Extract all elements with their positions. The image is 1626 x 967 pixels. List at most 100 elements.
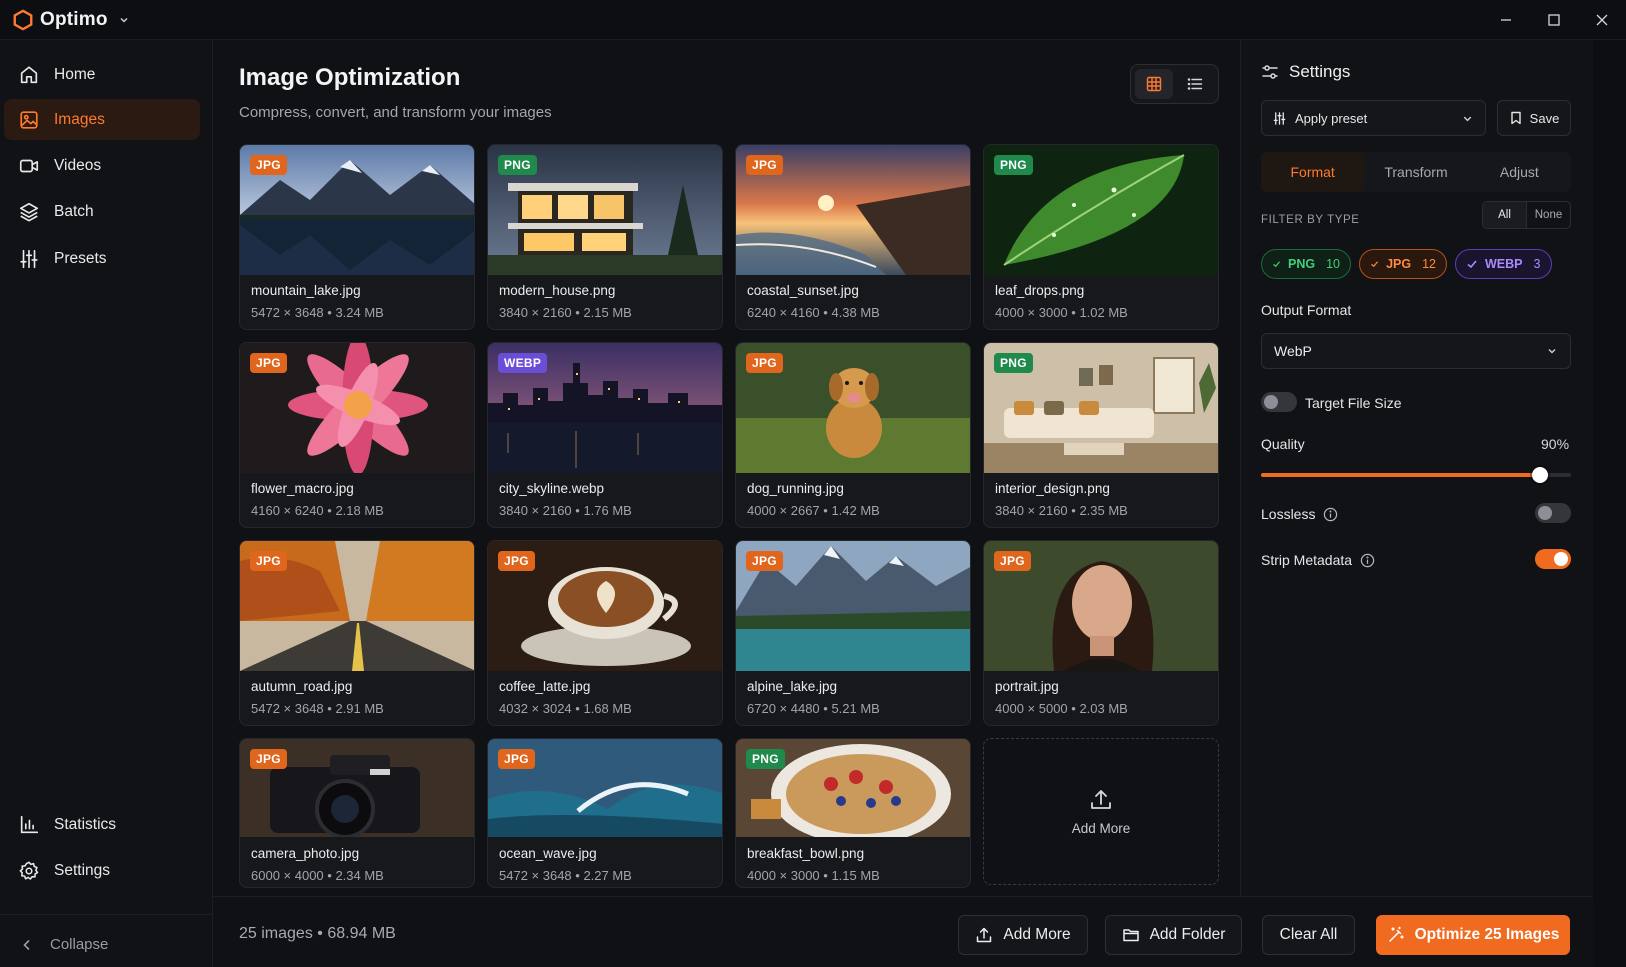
- target-file-size-toggle[interactable]: [1261, 392, 1297, 412]
- image-card[interactable]: JPG portrait.jpg 4000 × 5000 • 2.03 MB: [983, 540, 1219, 726]
- image-card[interactable]: WEBP city_skyline.webp 3840 × 2160 • 1.7…: [487, 342, 723, 528]
- image-card[interactable]: PNG leaf_drops.png 4000 × 3000 • 1.02 MB: [983, 144, 1219, 330]
- filter-by-type-label: FILTER BY TYPE: [1261, 214, 1360, 226]
- chip-label: WEBP: [1485, 257, 1523, 271]
- chevron-down-icon: [1463, 116, 1472, 121]
- file-size: 1.42 MB: [831, 503, 880, 518]
- sidebar-item-statistics[interactable]: Statistics: [4, 804, 200, 845]
- tab-transform[interactable]: Transform: [1364, 152, 1467, 192]
- sidebar-item-batch[interactable]: Batch: [4, 191, 200, 232]
- optimize-button[interactable]: Optimize 25 Images: [1376, 915, 1570, 955]
- image-card[interactable]: JPG coastal_sunset.jpg 6240 × 4160 • 4.3…: [735, 144, 971, 330]
- add-more-card[interactable]: Add More: [983, 738, 1219, 885]
- file-dimensions: 4000 × 5000: [995, 701, 1068, 716]
- image-card[interactable]: PNG interior_design.png 3840 × 2160 • 2.…: [983, 342, 1219, 528]
- close-button[interactable]: [1578, 0, 1626, 40]
- filter-none-button[interactable]: None: [1527, 202, 1570, 228]
- file-type-badge: JPG: [498, 749, 535, 769]
- quality-slider[interactable]: [1261, 466, 1571, 484]
- filter-chip-jpg[interactable]: JPG 12: [1359, 249, 1447, 279]
- file-name: flower_macro.jpg: [251, 481, 354, 496]
- filter-all-button[interactable]: All: [1483, 202, 1527, 228]
- file-meta: 3840 × 2160 • 2.35 MB: [995, 503, 1128, 518]
- clear-all-button[interactable]: Clear All: [1262, 915, 1355, 955]
- maximize-button[interactable]: [1530, 0, 1578, 40]
- add-more-label: Add More: [1003, 926, 1071, 943]
- sidebar-divider: [0, 914, 213, 915]
- tab-format[interactable]: Format: [1261, 152, 1365, 192]
- file-type-badge: PNG: [746, 749, 785, 769]
- sidebar-item-home[interactable]: Home: [4, 54, 200, 95]
- file-name: alpine_lake.jpg: [747, 679, 838, 694]
- save-label: Save: [1529, 110, 1560, 126]
- file-name: mountain_lake.jpg: [251, 283, 361, 298]
- image-card[interactable]: JPG alpine_lake.jpg 6720 × 4480 • 5.21 M…: [735, 540, 971, 726]
- tab-adjust[interactable]: Adjust: [1468, 152, 1571, 192]
- app-menu[interactable]: Optimo: [12, 9, 130, 31]
- filter-chip-webp[interactable]: WEBP 3: [1455, 249, 1552, 279]
- list-view-button[interactable]: [1177, 69, 1215, 99]
- apply-preset-dropdown[interactable]: Apply preset: [1261, 100, 1486, 136]
- add-folder-button[interactable]: Add Folder: [1105, 915, 1242, 955]
- image-card[interactable]: JPG mountain_lake.jpg 5472 × 3648 • 3.24…: [239, 144, 475, 330]
- file-name: coffee_latte.jpg: [499, 679, 591, 694]
- add-more-button[interactable]: Add More: [958, 915, 1088, 955]
- file-type-badge: JPG: [746, 353, 783, 373]
- file-name: leaf_drops.png: [995, 283, 1085, 298]
- sidebar-item-label: Batch: [54, 202, 94, 220]
- image-card[interactable]: JPG dog_running.jpg 4000 × 2667 • 1.42 M…: [735, 342, 971, 528]
- image-card[interactable]: JPG camera_photo.jpg 6000 × 4000 • 2.34 …: [239, 738, 475, 888]
- image-icon: [20, 110, 38, 129]
- strip-metadata-label-row: Strip Metadata: [1261, 552, 1375, 568]
- home-icon: [20, 65, 38, 83]
- bar-chart-icon: [20, 815, 39, 833]
- apply-preset-label: Apply preset: [1295, 110, 1368, 126]
- file-size: 3.24 MB: [335, 305, 384, 320]
- main-content: Image Optimization Compress, convert, an…: [213, 40, 1240, 967]
- preset-sliders-icon: [1273, 111, 1286, 125]
- sidebar-item-images[interactable]: Images: [4, 99, 200, 140]
- image-summary: 25 images • 68.94 MB: [239, 925, 396, 942]
- image-card[interactable]: JPG coffee_latte.jpg 4032 × 3024 • 1.68 …: [487, 540, 723, 726]
- slider-thumb[interactable]: [1532, 467, 1548, 483]
- file-meta: 4000 × 3000 • 1.15 MB: [747, 868, 880, 883]
- grid-view-button[interactable]: [1135, 69, 1173, 99]
- file-meta: 4000 × 3000 • 1.02 MB: [995, 305, 1128, 320]
- file-dimensions: 4000 × 3000: [747, 868, 820, 883]
- file-type-badge: JPG: [746, 155, 783, 175]
- image-card[interactable]: JPG flower_macro.jpg 4160 × 6240 • 2.18 …: [239, 342, 475, 528]
- file-meta: 4000 × 2667 • 1.42 MB: [747, 503, 880, 518]
- info-icon[interactable]: [1323, 507, 1338, 522]
- sidebar-item-label: Videos: [54, 156, 102, 174]
- save-preset-button[interactable]: Save: [1497, 100, 1571, 136]
- lossless-toggle[interactable]: [1535, 503, 1571, 523]
- info-icon[interactable]: [1360, 553, 1375, 568]
- upload-icon: [977, 927, 992, 943]
- output-format-select[interactable]: WebP: [1261, 333, 1571, 369]
- filter-chip-png[interactable]: PNG 10: [1261, 249, 1351, 279]
- file-dimensions: 6240 × 4160: [747, 305, 820, 320]
- sidebar-item-label: Images: [54, 110, 105, 128]
- image-card[interactable]: JPG ocean_wave.jpg 5472 × 3648 • 2.27 MB: [487, 738, 723, 888]
- minimize-button[interactable]: [1482, 0, 1530, 40]
- file-type-badge: PNG: [994, 353, 1033, 373]
- file-meta: 6240 × 4160 • 4.38 MB: [747, 305, 880, 320]
- file-name: coastal_sunset.jpg: [747, 283, 859, 298]
- add-more-card-label: Add More: [1071, 821, 1131, 836]
- chevron-down-icon: [120, 17, 128, 23]
- sidebar-item-presets[interactable]: Presets: [4, 238, 200, 279]
- collapse-sidebar-button[interactable]: Collapse: [20, 936, 108, 953]
- image-card[interactable]: PNG modern_house.png 3840 × 2160 • 2.15 …: [487, 144, 723, 330]
- sidebar-item-videos[interactable]: Videos: [4, 145, 200, 186]
- strip-metadata-label: Strip Metadata: [1261, 552, 1353, 568]
- image-card[interactable]: JPG autumn_road.jpg 5472 × 3648 • 2.91 M…: [239, 540, 475, 726]
- filter-all-none: All None: [1482, 201, 1571, 229]
- sidebar-item-settings[interactable]: Settings: [4, 850, 200, 891]
- strip-metadata-toggle[interactable]: [1535, 549, 1571, 569]
- file-meta: 6000 × 4000 • 2.34 MB: [251, 868, 384, 883]
- file-size: 1.02 MB: [1079, 305, 1128, 320]
- image-card[interactable]: PNG breakfast_bowl.png 4000 × 3000 • 1.1…: [735, 738, 971, 888]
- file-meta: 4032 × 3024 • 1.68 MB: [499, 701, 632, 716]
- settings-panel: Settings Apply preset Save Format Transf…: [1240, 40, 1593, 896]
- settings-header: Settings: [1261, 62, 1350, 82]
